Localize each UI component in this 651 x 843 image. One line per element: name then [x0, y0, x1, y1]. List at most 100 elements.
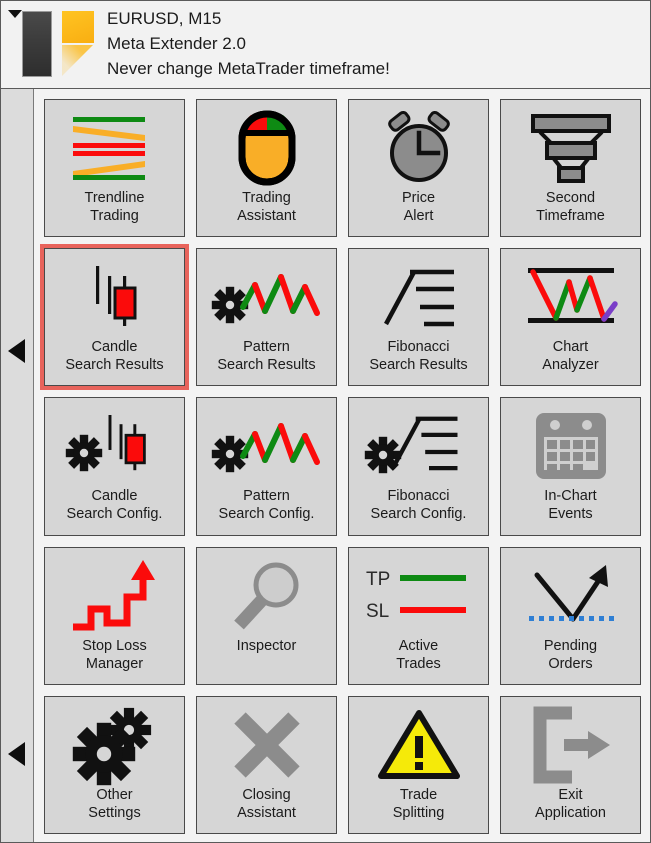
- tile-label-line2: Manager: [85, 655, 144, 672]
- tile-candlestick[interactable]: Candle Search Results: [44, 248, 185, 387]
- tile-label-line1: Inspector: [236, 637, 297, 654]
- meta-extender-window: EURUSD, M15 Meta Extender 2.0 Never chan…: [0, 0, 651, 843]
- tile-fibonacci[interactable]: Fibonacci Search Results: [348, 248, 489, 387]
- tile-funnel-timeframe[interactable]: Second Timeframe: [500, 99, 641, 238]
- tile-wrap: TP SL Active Trades: [348, 546, 489, 685]
- tile-warning-triangle[interactable]: Trade Splitting: [348, 695, 489, 835]
- tile-mouse[interactable]: Trading Assistant: [196, 99, 337, 238]
- tile-label-line2: Search Config.: [370, 506, 467, 523]
- stairs-arrow-icon: [45, 557, 184, 635]
- tile-wrap: Exit Application: [500, 695, 641, 835]
- tile-grid: Trendline Trading Trading Assistant Price A…: [34, 89, 650, 842]
- tile-label: Closing Assistant: [237, 786, 296, 822]
- tile-wrap: Pattern Search Results: [196, 248, 337, 387]
- tile-label: Trendline Trading: [85, 189, 145, 225]
- tile-label: In-Chart Events: [544, 487, 596, 523]
- fibonacci-icon: [349, 258, 488, 336]
- tile-stairs-arrow[interactable]: Stop Loss Manager: [44, 546, 185, 685]
- caret-down-icon[interactable]: [8, 10, 22, 18]
- tile-label-line2: Splitting: [392, 804, 445, 821]
- tile-wrap: Closing Assistant: [196, 695, 337, 835]
- tile-zigzag-gear[interactable]: Pattern Search Config.: [196, 397, 337, 536]
- tile-candlestick-gear[interactable]: Candle Search Config.: [44, 397, 185, 536]
- tile-label-line1: Stop Loss: [82, 637, 147, 654]
- tile-x-close[interactable]: Closing Assistant: [196, 695, 337, 835]
- previous-page-arrow-icon[interactable]: [8, 339, 25, 363]
- tile-trendline[interactable]: Trendline Trading: [44, 99, 185, 238]
- tile-label-line2: Analyzer: [542, 357, 599, 374]
- tile-tp-sl[interactable]: TP SL Active Trades: [348, 546, 489, 685]
- tile-wrap: Fibonacci Search Config.: [348, 397, 489, 536]
- tile-row: Trendline Trading Trading Assistant Price A…: [44, 99, 641, 238]
- tile-label-line2: Assistant: [237, 804, 296, 821]
- tile-wrap: Second Timeframe: [500, 99, 641, 238]
- tile-label: Pattern Search Config.: [219, 487, 315, 523]
- tile-label-line2: Settings: [88, 804, 141, 821]
- previous-page-arrow-2-icon[interactable]: [8, 742, 25, 766]
- tile-wrap: Price Alert: [348, 99, 489, 238]
- tile-label: Other Settings: [88, 786, 140, 822]
- tile-label: Stop Loss Manager: [82, 637, 147, 673]
- gears-icon: [45, 706, 184, 786]
- tile-wrap: In-Chart Events: [500, 397, 641, 536]
- tile-magnifier[interactable]: Inspector: [196, 546, 337, 685]
- tile-label-line2: Trading: [90, 208, 139, 224]
- tile-wrap: Other Settings: [44, 695, 185, 835]
- chart-analyzer-icon: [501, 258, 640, 336]
- tile-selection-frame: Candle Search Results: [40, 244, 189, 391]
- tile-gears[interactable]: Other Settings: [44, 695, 185, 835]
- tile-label-line1: Pattern: [243, 488, 290, 505]
- tile-wrap: Stop Loss Manager: [44, 546, 185, 685]
- tile-exit[interactable]: Exit Application: [500, 695, 641, 835]
- tile-fibonacci-gear[interactable]: Fibonacci Search Config.: [348, 397, 489, 536]
- header-text-block: EURUSD, M15 Meta Extender 2.0 Never chan…: [107, 7, 390, 80]
- product-name-label: Meta Extender 2.0: [107, 34, 246, 53]
- tile-wrap: Trading Assistant: [196, 99, 337, 238]
- zigzag-gear-icon: [197, 258, 336, 336]
- tile-wrap: Trade Splitting: [348, 695, 489, 835]
- tile-label: Pending Orders: [544, 637, 597, 673]
- tile-row: Other Settings Closing Assistant Trade Spli…: [44, 695, 641, 835]
- tile-label: Fibonacci Search Config.: [371, 487, 467, 523]
- app-header: EURUSD, M15 Meta Extender 2.0 Never chan…: [1, 1, 650, 89]
- tile-label-line1: Other: [96, 786, 133, 803]
- logo-orange-square: [62, 11, 94, 43]
- tile-wrap: Chart Analyzer: [500, 248, 641, 387]
- tile-label-line2: Trades: [396, 655, 441, 672]
- tile-calendar[interactable]: In-Chart Events: [500, 397, 641, 536]
- tile-label-line1: Trendline: [84, 190, 145, 206]
- candlestick-icon: [45, 258, 184, 336]
- tile-label: Inspector: [237, 637, 297, 655]
- tile-label-line2: Events: [548, 506, 593, 523]
- tile-label: Candle Search Config.: [67, 487, 163, 523]
- tile-row: Stop Loss Manager Inspector TP SL Active T…: [44, 546, 641, 685]
- tile-label-line1: Trade: [399, 786, 438, 803]
- tile-label: Exit Application: [535, 786, 606, 822]
- tile-wrap: Pending Orders: [500, 546, 641, 685]
- tile-chart-analyzer[interactable]: Chart Analyzer: [500, 248, 641, 387]
- tile-label-line2: Assistant: [237, 208, 296, 224]
- tile-wrap: Candle Search Config.: [44, 397, 185, 536]
- tile-label-line1: Pattern: [243, 339, 290, 356]
- side-rail: [1, 89, 34, 842]
- tile-label-line2: Alert: [403, 208, 434, 224]
- tile-label-line1: Fibonacci: [387, 488, 450, 505]
- tile-zigzag-gear[interactable]: Pattern Search Results: [196, 248, 337, 387]
- x-close-icon: [197, 706, 336, 784]
- tile-label: Chart Analyzer: [542, 338, 598, 374]
- trendline-icon: [45, 109, 184, 187]
- tile-row: Candle Search Config. Pattern Search Confi…: [44, 397, 641, 536]
- tile-alarm-clock[interactable]: Price Alert: [348, 99, 489, 238]
- tile-label-line1: Exit: [558, 786, 583, 803]
- tile-label-line2: Application: [535, 804, 606, 821]
- tile-label: Trading Assistant: [237, 189, 296, 225]
- mouse-icon: [197, 109, 336, 187]
- tile-pending-order[interactable]: Pending Orders: [500, 546, 641, 685]
- tile-label-line2: Search Results: [217, 357, 316, 374]
- tile-label-line1: Fibonacci: [387, 339, 450, 356]
- svg-text:TP: TP: [366, 569, 390, 590]
- tile-label-line1: Chart: [552, 339, 589, 356]
- tile-wrap: Fibonacci Search Results: [348, 248, 489, 387]
- tile-label: Pattern Search Results: [217, 338, 315, 374]
- calendar-icon: [501, 407, 640, 485]
